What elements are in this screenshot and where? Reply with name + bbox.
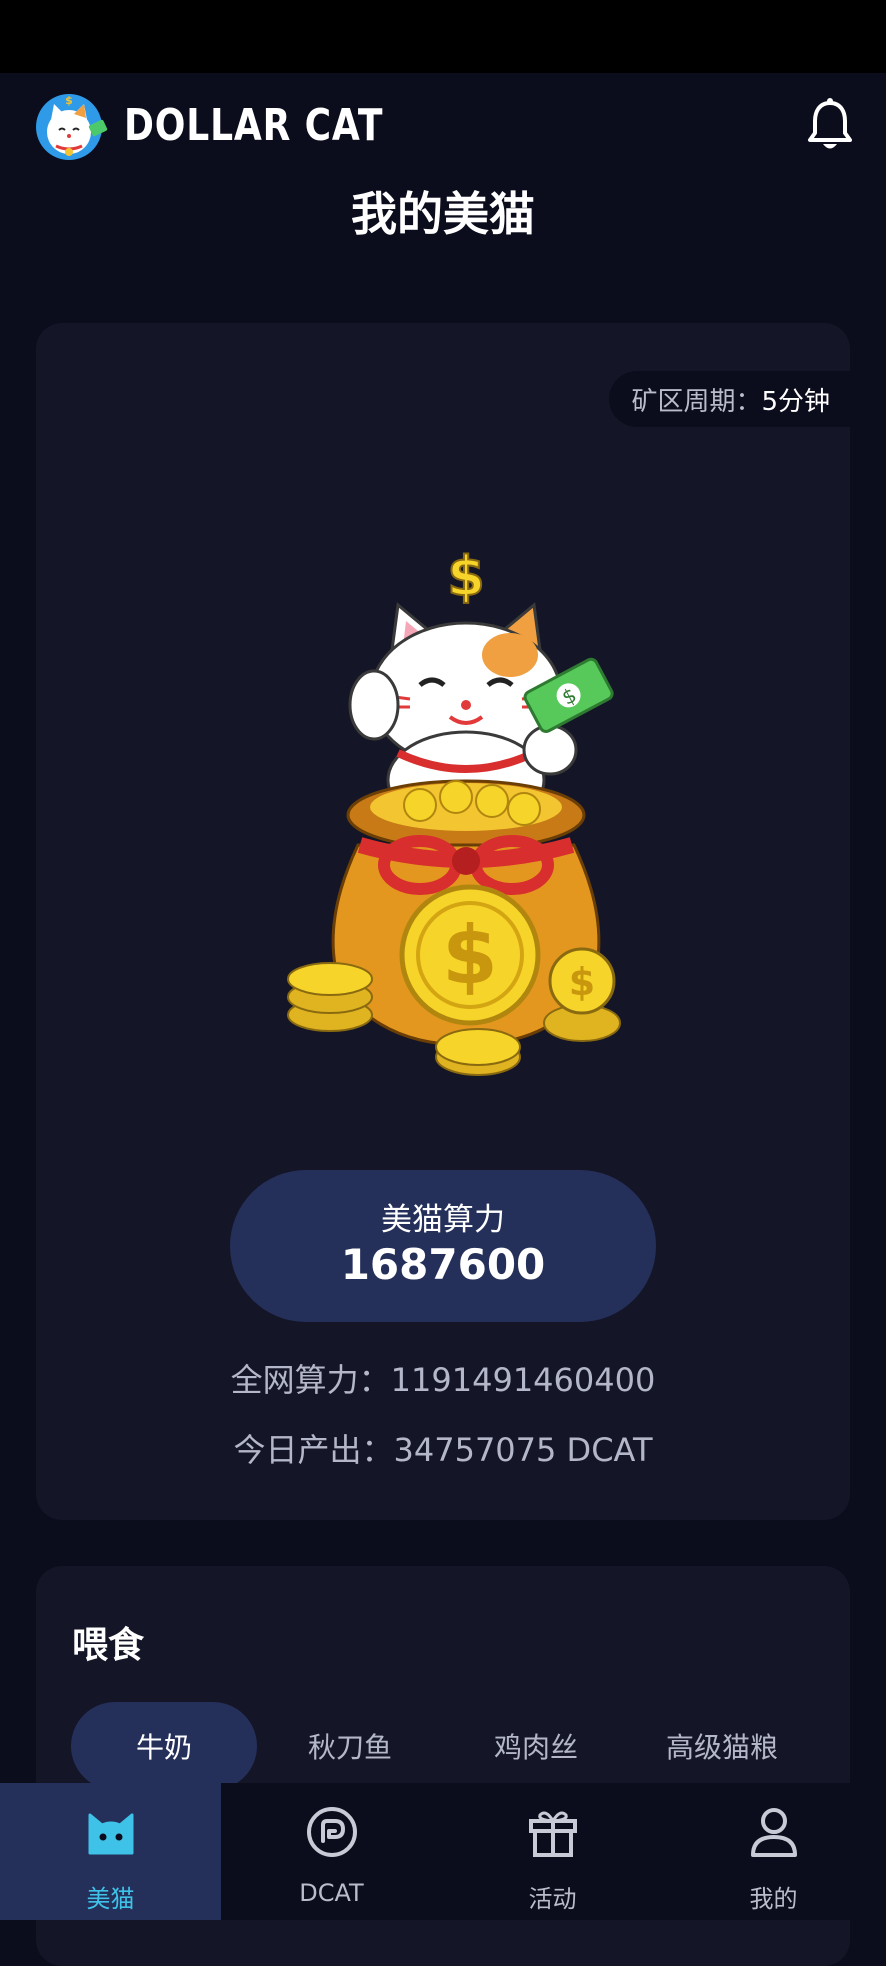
status-bar [0, 0, 886, 73]
lucky-cat-money-bag-illustration: $ $ $ $ [280, 544, 660, 1105]
mining-cycle-badge: 矿区周期： 5分钟 [609, 371, 850, 427]
nav-label-activity: 活动 [528, 1885, 577, 1913]
nav-item-dcat[interactable]: DCAT [221, 1783, 442, 1920]
feed-tab-milk[interactable]: 牛奶 [71, 1702, 257, 1790]
dcat-coin-icon [307, 1807, 357, 1857]
cat-hashpower-badge: 美猫算力 1687600 [230, 1170, 656, 1322]
feed-tab-saury[interactable]: 秋刀鱼 [257, 1702, 443, 1790]
brand-name: DOLLAR CAT [124, 100, 384, 151]
user-icon [751, 1808, 797, 1857]
svg-text:$: $ [447, 545, 485, 608]
feed-tab-premium-cat-food[interactable]: 高级猫粮 [629, 1702, 815, 1790]
network-hashpower: 全网算力：1191491460400 [230, 1361, 656, 1399]
mining-cycle-value: 5分钟 [761, 386, 830, 417]
page-title: 我的美猫 [351, 187, 535, 241]
mining-cycle-label: 矿区周期： [631, 386, 762, 417]
nav-label-cat: 美猫 [86, 1885, 135, 1913]
hashpower-label: 美猫算力 [381, 1202, 505, 1238]
svg-text:$: $ [442, 909, 498, 1002]
feed-tab-shredded-chicken[interactable]: 鸡肉丝 [443, 1702, 629, 1790]
nav-item-cat[interactable]: 美猫 [0, 1783, 221, 1920]
hashpower-value: 1687600 [340, 1240, 546, 1289]
nav-item-mine[interactable]: 我的 [663, 1783, 884, 1920]
cat-icon [88, 1813, 134, 1855]
feed-title: 喂食 [72, 1625, 145, 1666]
gift-icon [529, 1811, 577, 1857]
bell-icon[interactable] [806, 97, 854, 153]
today-output: 今日产出：34757075 DCAT [233, 1431, 653, 1469]
svg-text:$: $ [65, 94, 73, 107]
nav-label-mine: 我的 [749, 1885, 798, 1913]
dollar-cat-logo: $ [34, 92, 110, 162]
nav-item-activity[interactable]: 活动 [442, 1783, 663, 1920]
app-header: $ DOLLAR CAT [0, 73, 886, 183]
svg-text:$: $ [569, 960, 595, 1004]
nav-label-dcat: DCAT [299, 1879, 364, 1907]
bottom-nav: 美猫 DCAT 活动 我的 [0, 1783, 886, 1920]
mining-card: 矿区周期： 5分钟 $ $ $ $ 美猫算力 1687600 全网算力：1191… [36, 323, 850, 1520]
